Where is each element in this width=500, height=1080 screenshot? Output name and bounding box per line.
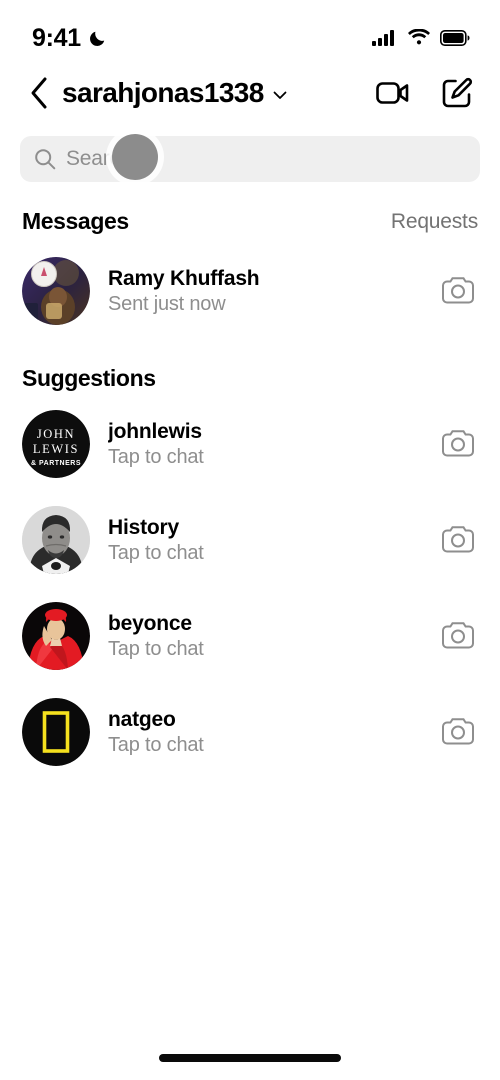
john-lewis-line3: & PARTNERS — [31, 460, 81, 467]
avatar — [22, 257, 90, 325]
contact-status: Tap to chat — [108, 637, 204, 660]
camera-icon — [442, 622, 474, 649]
requests-link[interactable]: Requests — [391, 210, 478, 234]
status-bar: 9:41 — [0, 0, 500, 62]
search-icon — [35, 149, 56, 170]
list-item[interactable]: natgeo Tap to chat — [0, 684, 500, 780]
avatar — [22, 698, 90, 766]
messages-section-header: Messages Requests — [0, 182, 500, 243]
camera-button[interactable] — [440, 522, 476, 558]
back-button[interactable] — [24, 73, 54, 113]
list-item-text: johnlewis Tap to chat — [108, 420, 422, 469]
camera-icon — [442, 718, 474, 745]
page-title: sarahjonas1338 — [62, 77, 264, 108]
camera-button[interactable] — [440, 714, 476, 750]
ramy-photo — [22, 257, 90, 325]
list-item-text: beyonce Tap to chat — [108, 612, 422, 661]
camera-icon — [442, 277, 474, 304]
account-switcher[interactable]: sarahjonas1338 — [62, 77, 376, 109]
chevron-left-icon — [31, 77, 47, 109]
instagram-direct-messages-screen: 9:41 sarahjonas1338 Search Messages Requ… — [0, 0, 500, 1080]
compose-pencil-icon — [442, 77, 473, 108]
video-call-button[interactable] — [376, 76, 410, 110]
contact-name: History — [108, 515, 179, 539]
header-actions — [376, 76, 474, 110]
john-lewis-logo: JOHN LEWIS & PARTNERS — [22, 410, 90, 478]
beyonce-photo — [22, 602, 90, 670]
natgeo-logo — [22, 698, 90, 766]
contact-status: Sent just now — [108, 292, 226, 315]
camera-button[interactable] — [440, 426, 476, 462]
list-item-text: History Tap to chat — [108, 516, 422, 565]
search-placeholder: Search — [66, 147, 132, 170]
chevron-down-icon — [273, 91, 287, 99]
wifi-icon — [408, 29, 430, 45]
list-item[interactable]: JOHN LEWIS & PARTNERS johnlewis Tap to c… — [0, 396, 500, 492]
list-item[interactable]: History Tap to chat — [0, 492, 500, 588]
camera-button[interactable] — [440, 618, 476, 654]
messages-title: Messages — [22, 208, 129, 234]
camera-icon — [442, 526, 474, 553]
suggestions-title: Suggestions — [22, 365, 156, 391]
lincoln-portrait — [22, 506, 90, 574]
home-indicator[interactable] — [159, 1054, 341, 1062]
contact-name: natgeo — [108, 707, 176, 731]
list-item[interactable]: beyonce Tap to chat — [0, 588, 500, 684]
search-container: Search — [0, 124, 500, 182]
list-item[interactable]: Ramy Khuffash Sent just now — [0, 243, 500, 339]
new-message-button[interactable] — [440, 76, 474, 110]
contact-status: Tap to chat — [108, 733, 204, 756]
search-input[interactable]: Search — [20, 136, 480, 182]
avatar — [22, 506, 90, 574]
avatar: JOHN LEWIS & PARTNERS — [22, 410, 90, 478]
contact-name: beyonce — [108, 611, 192, 635]
john-lewis-line2: LEWIS — [33, 442, 79, 456]
list-item-text: Ramy Khuffash Sent just now — [108, 267, 422, 316]
camera-icon — [442, 430, 474, 457]
camera-button[interactable] — [440, 273, 476, 309]
status-bar-left: 9:41 — [32, 24, 108, 53]
avatar — [22, 602, 90, 670]
status-bar-right — [372, 29, 470, 47]
john-lewis-line1: JOHN — [37, 427, 75, 441]
contact-name: johnlewis — [108, 419, 202, 443]
signal-bars-icon — [372, 30, 394, 46]
battery-full-icon — [440, 30, 470, 46]
video-camera-icon — [376, 82, 409, 104]
status-time: 9:41 — [32, 23, 81, 52]
crescent-moon-icon — [89, 31, 105, 46]
contact-status: Tap to chat — [108, 445, 204, 468]
list-item-text: natgeo Tap to chat — [108, 708, 422, 757]
contact-name: Ramy Khuffash — [108, 266, 260, 290]
screen-header: sarahjonas1338 — [0, 62, 500, 124]
contact-status: Tap to chat — [108, 541, 204, 564]
suggestions-section-header: Suggestions — [0, 339, 500, 396]
